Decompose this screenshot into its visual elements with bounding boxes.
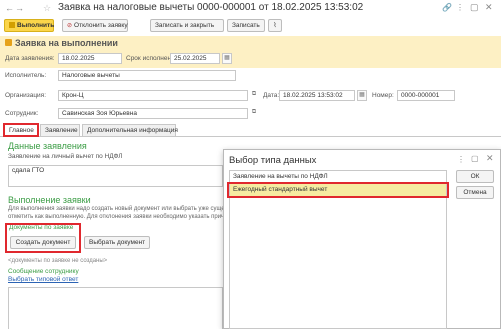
open-employee-icon[interactable]: ⧉ [249, 108, 259, 119]
reject-button[interactable]: ⊘ Отклонить заявку [62, 19, 128, 32]
selected-item-highlight-box [227, 182, 449, 198]
favorite-star-icon[interactable]: ☆ [43, 3, 51, 14]
no-documents-text: <документы по заявке не созданы> [8, 258, 108, 264]
organization-label: Организация: [5, 92, 47, 99]
dialog-maximize-icon[interactable]: ▢ [471, 154, 479, 163]
more-menu-icon[interactable]: ⋮ [456, 3, 464, 12]
statement-comment-field[interactable]: сдала ГТО [8, 165, 223, 187]
statement-data-heading: Данные заявления [8, 141, 87, 151]
dialog-title: Выбор типа данных [229, 155, 317, 166]
dialog-close-icon[interactable]: ✕ [486, 153, 494, 164]
message-heading: Сообщение сотруднику [8, 268, 79, 275]
doc-date-field[interactable]: 18.02.2025 13:53:02 [279, 90, 355, 101]
back-icon[interactable]: ← [5, 3, 14, 13]
message-text-field[interactable] [8, 287, 223, 329]
status-title: Заявка на выполнении [15, 38, 118, 48]
request-date-label: Дата заявления: [5, 55, 55, 62]
link-icon[interactable]: 🔗 [442, 3, 452, 12]
status-icon [5, 39, 12, 46]
execution-hint-line-2: отметить как выполненную. Для отклонения… [8, 214, 234, 220]
dialog-more-icon[interactable]: ⋮ [457, 155, 465, 164]
number-field[interactable]: 0000-000001 [397, 90, 455, 101]
close-window-icon[interactable]: ✕ [485, 2, 493, 13]
reject-icon: ⊘ [67, 23, 73, 29]
number-label: Номер: [372, 92, 394, 99]
open-organization-icon[interactable]: ⧉ [249, 90, 259, 101]
cancel-button[interactable]: Отмена [456, 186, 494, 199]
doc-date-label: Дата: [263, 92, 280, 99]
maximize-icon[interactable]: ▢ [470, 2, 479, 13]
paperclip-icon: ⌇ [273, 22, 277, 29]
statement-text: Заявление на личный вычет по НДФЛ [8, 153, 123, 160]
calendar-icon[interactable]: ▦ [222, 53, 232, 64]
employee-field[interactable]: Савинская Зоя Юрьевна [58, 108, 248, 119]
window-title: Заявка на налоговые вычеты 0000-000001 о… [58, 2, 364, 13]
save-and-close-button[interactable]: Записать и закрыть [150, 19, 224, 32]
execution-hint-line-1: Для выполнения заявки надо создать новый… [8, 206, 234, 212]
executor-field[interactable]: Налоговые вычеты [58, 70, 236, 81]
execute-button[interactable]: Выполнить [4, 19, 54, 32]
ok-button[interactable]: ОК [456, 170, 494, 183]
execution-heading: Выполнение заявки [8, 195, 91, 205]
execute-icon [9, 22, 15, 28]
employee-label: Сотрудник: [5, 110, 39, 117]
create-document-highlight-box [5, 223, 81, 253]
attach-button[interactable]: ⌇ [268, 19, 282, 32]
choose-document-button[interactable]: Выбрать документ [84, 236, 150, 249]
request-date-field[interactable]: 18.02.2025 [58, 53, 122, 64]
tab-additional-info[interactable]: Дополнительная информация [82, 124, 178, 136]
choose-template-link[interactable]: Выбрать типовой ответ [8, 276, 78, 283]
organization-field[interactable]: Крон-Ц [58, 90, 248, 101]
executor-label: Исполнитель: [5, 72, 47, 79]
doc-date-calendar-icon[interactable]: ▦ [357, 90, 367, 101]
save-button[interactable]: Записать [227, 19, 265, 32]
forward-icon[interactable]: → [15, 3, 24, 13]
tab-highlight-box [3, 123, 39, 137]
tab-statement[interactable]: Заявление [40, 124, 80, 136]
deadline-field[interactable]: 25.02.2025 [170, 53, 220, 64]
tabs-divider [0, 136, 501, 137]
